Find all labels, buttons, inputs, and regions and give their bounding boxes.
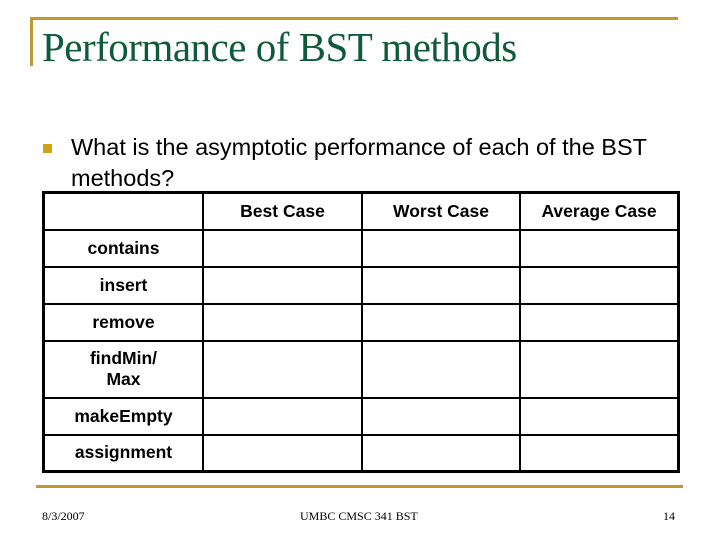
worst-case-cell — [361, 396, 521, 436]
table-row: remove — [42, 302, 680, 342]
worst-case-cell — [361, 433, 521, 473]
average-case-cell — [519, 396, 680, 436]
title-top-rule — [30, 17, 678, 20]
table-row: contains — [42, 228, 680, 268]
worst-case-cell — [361, 265, 521, 305]
worst-case-cell — [361, 339, 521, 399]
worst-case-cell — [361, 228, 521, 268]
header-cell-empty — [42, 191, 204, 231]
average-case-cell — [519, 339, 680, 399]
method-cell: findMin/Max — [42, 339, 204, 399]
best-case-cell — [202, 433, 363, 473]
table-row: insert — [42, 265, 680, 305]
method-cell: contains — [42, 228, 204, 268]
table-row: assignment — [42, 433, 680, 473]
average-case-cell — [519, 433, 680, 473]
title-left-rule — [30, 17, 33, 66]
bullet-text: What is the asymptotic performance of ea… — [71, 134, 647, 191]
bullet-square-icon — [43, 144, 52, 153]
method-label: findMin/Max — [89, 348, 158, 389]
footer-page-number: 14 — [663, 509, 675, 523]
header-worst-case: Worst Case — [361, 191, 521, 231]
method-cell: makeEmpty — [42, 396, 204, 436]
method-cell: remove — [42, 302, 204, 342]
average-case-cell — [519, 302, 680, 342]
table-row: findMin/Max — [42, 339, 680, 399]
average-case-cell — [519, 228, 680, 268]
footer-rule — [36, 485, 683, 488]
table-row: makeEmpty — [42, 396, 680, 436]
worst-case-cell — [361, 302, 521, 342]
performance-table: Best Case Worst Case Average Case contai… — [42, 191, 680, 473]
method-cell: insert — [42, 265, 204, 305]
best-case-cell — [202, 396, 363, 436]
footer-date: 8/3/2007 — [42, 509, 85, 523]
slide-title: Performance of BST methods — [42, 24, 517, 70]
best-case-cell — [202, 302, 363, 342]
best-case-cell — [202, 265, 363, 305]
header-average-case: Average Case — [519, 191, 680, 231]
best-case-cell — [202, 339, 363, 399]
method-cell: assignment — [42, 433, 204, 473]
average-case-cell — [519, 265, 680, 305]
header-best-case: Best Case — [202, 191, 363, 231]
best-case-cell — [202, 228, 363, 268]
footer-course: UMBC CMSC 341 BST — [300, 509, 418, 523]
table-header-row: Best Case Worst Case Average Case — [42, 191, 680, 231]
